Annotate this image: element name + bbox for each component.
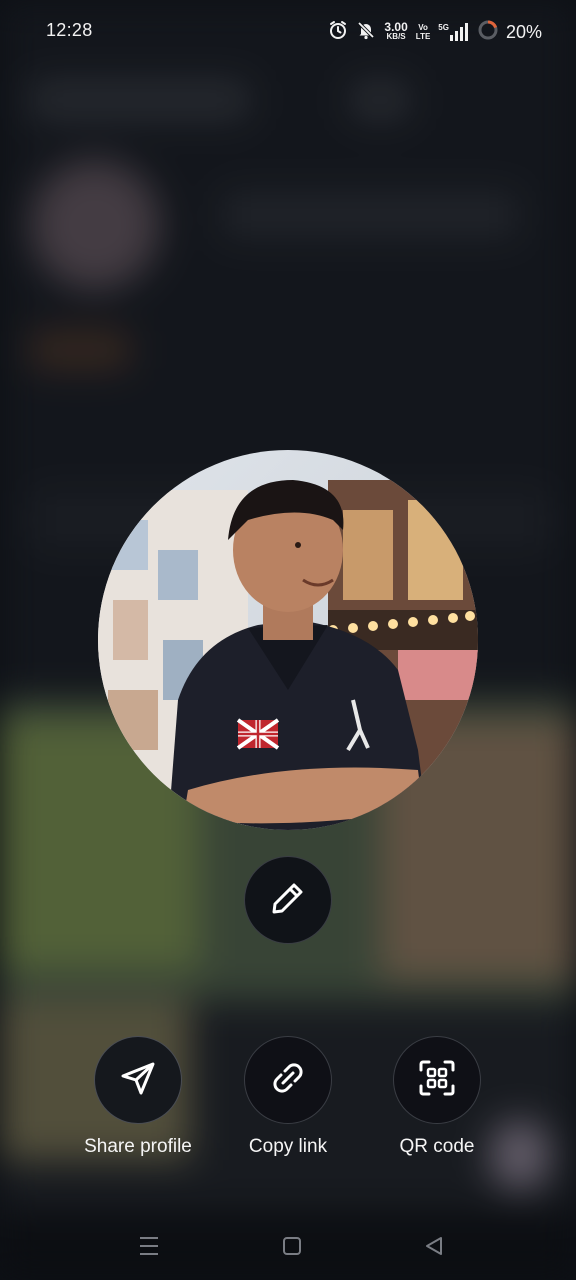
- volte-top: Vo: [418, 23, 428, 32]
- network-type: 5G: [438, 23, 449, 32]
- profile-photo: [98, 450, 478, 830]
- profile-photo-image: [98, 450, 478, 830]
- signal-icon: 5G: [438, 23, 470, 41]
- network-speed-value: 3.00: [384, 20, 408, 34]
- back-icon[interactable]: [419, 1232, 449, 1260]
- qr-scan-icon: [417, 1058, 457, 1103]
- volte-indicator: Vo LTE: [416, 23, 431, 41]
- system-nav-bar: [0, 1210, 576, 1280]
- volte-bottom: LTE: [415, 32, 431, 41]
- status-time: 12:28: [46, 20, 93, 40]
- alarm-icon: [328, 20, 348, 45]
- share-profile-button[interactable]: [94, 1036, 182, 1124]
- qr-code-action[interactable]: QR code: [362, 1036, 512, 1158]
- share-profile-action[interactable]: Share profile: [63, 1036, 213, 1158]
- status-bar: 12:28 3.00 KB/S Vo LTE 5G 20%: [0, 0, 576, 66]
- link-icon: [269, 1059, 307, 1102]
- home-icon[interactable]: [277, 1232, 307, 1260]
- network-speed: 3.00 KB/S: [384, 20, 408, 42]
- profile-preview-screen: 12:28 3.00 KB/S Vo LTE 5G 20% Share prof…: [0, 0, 576, 1280]
- share-profile-label: Share profile: [84, 1136, 192, 1157]
- network-speed-unit: KB/S: [386, 32, 406, 41]
- silent-icon: [356, 20, 376, 45]
- copy-link-label: Copy link: [248, 1136, 328, 1157]
- menu-icon[interactable]: [134, 1232, 164, 1260]
- status-icons: 3.00 KB/S Vo LTE 5G 20%: [328, 19, 542, 45]
- send-icon: [119, 1059, 157, 1102]
- pencil-icon: [268, 878, 308, 923]
- edit-profile-photo-button[interactable]: [244, 856, 332, 944]
- copy-link-action[interactable]: Copy link: [213, 1036, 363, 1158]
- battery-icon: [478, 20, 498, 45]
- battery-percent: 20%: [505, 21, 542, 42]
- copy-link-button[interactable]: [244, 1036, 332, 1124]
- qr-code-button[interactable]: [393, 1036, 481, 1124]
- qr-code-label: QR code: [399, 1136, 475, 1157]
